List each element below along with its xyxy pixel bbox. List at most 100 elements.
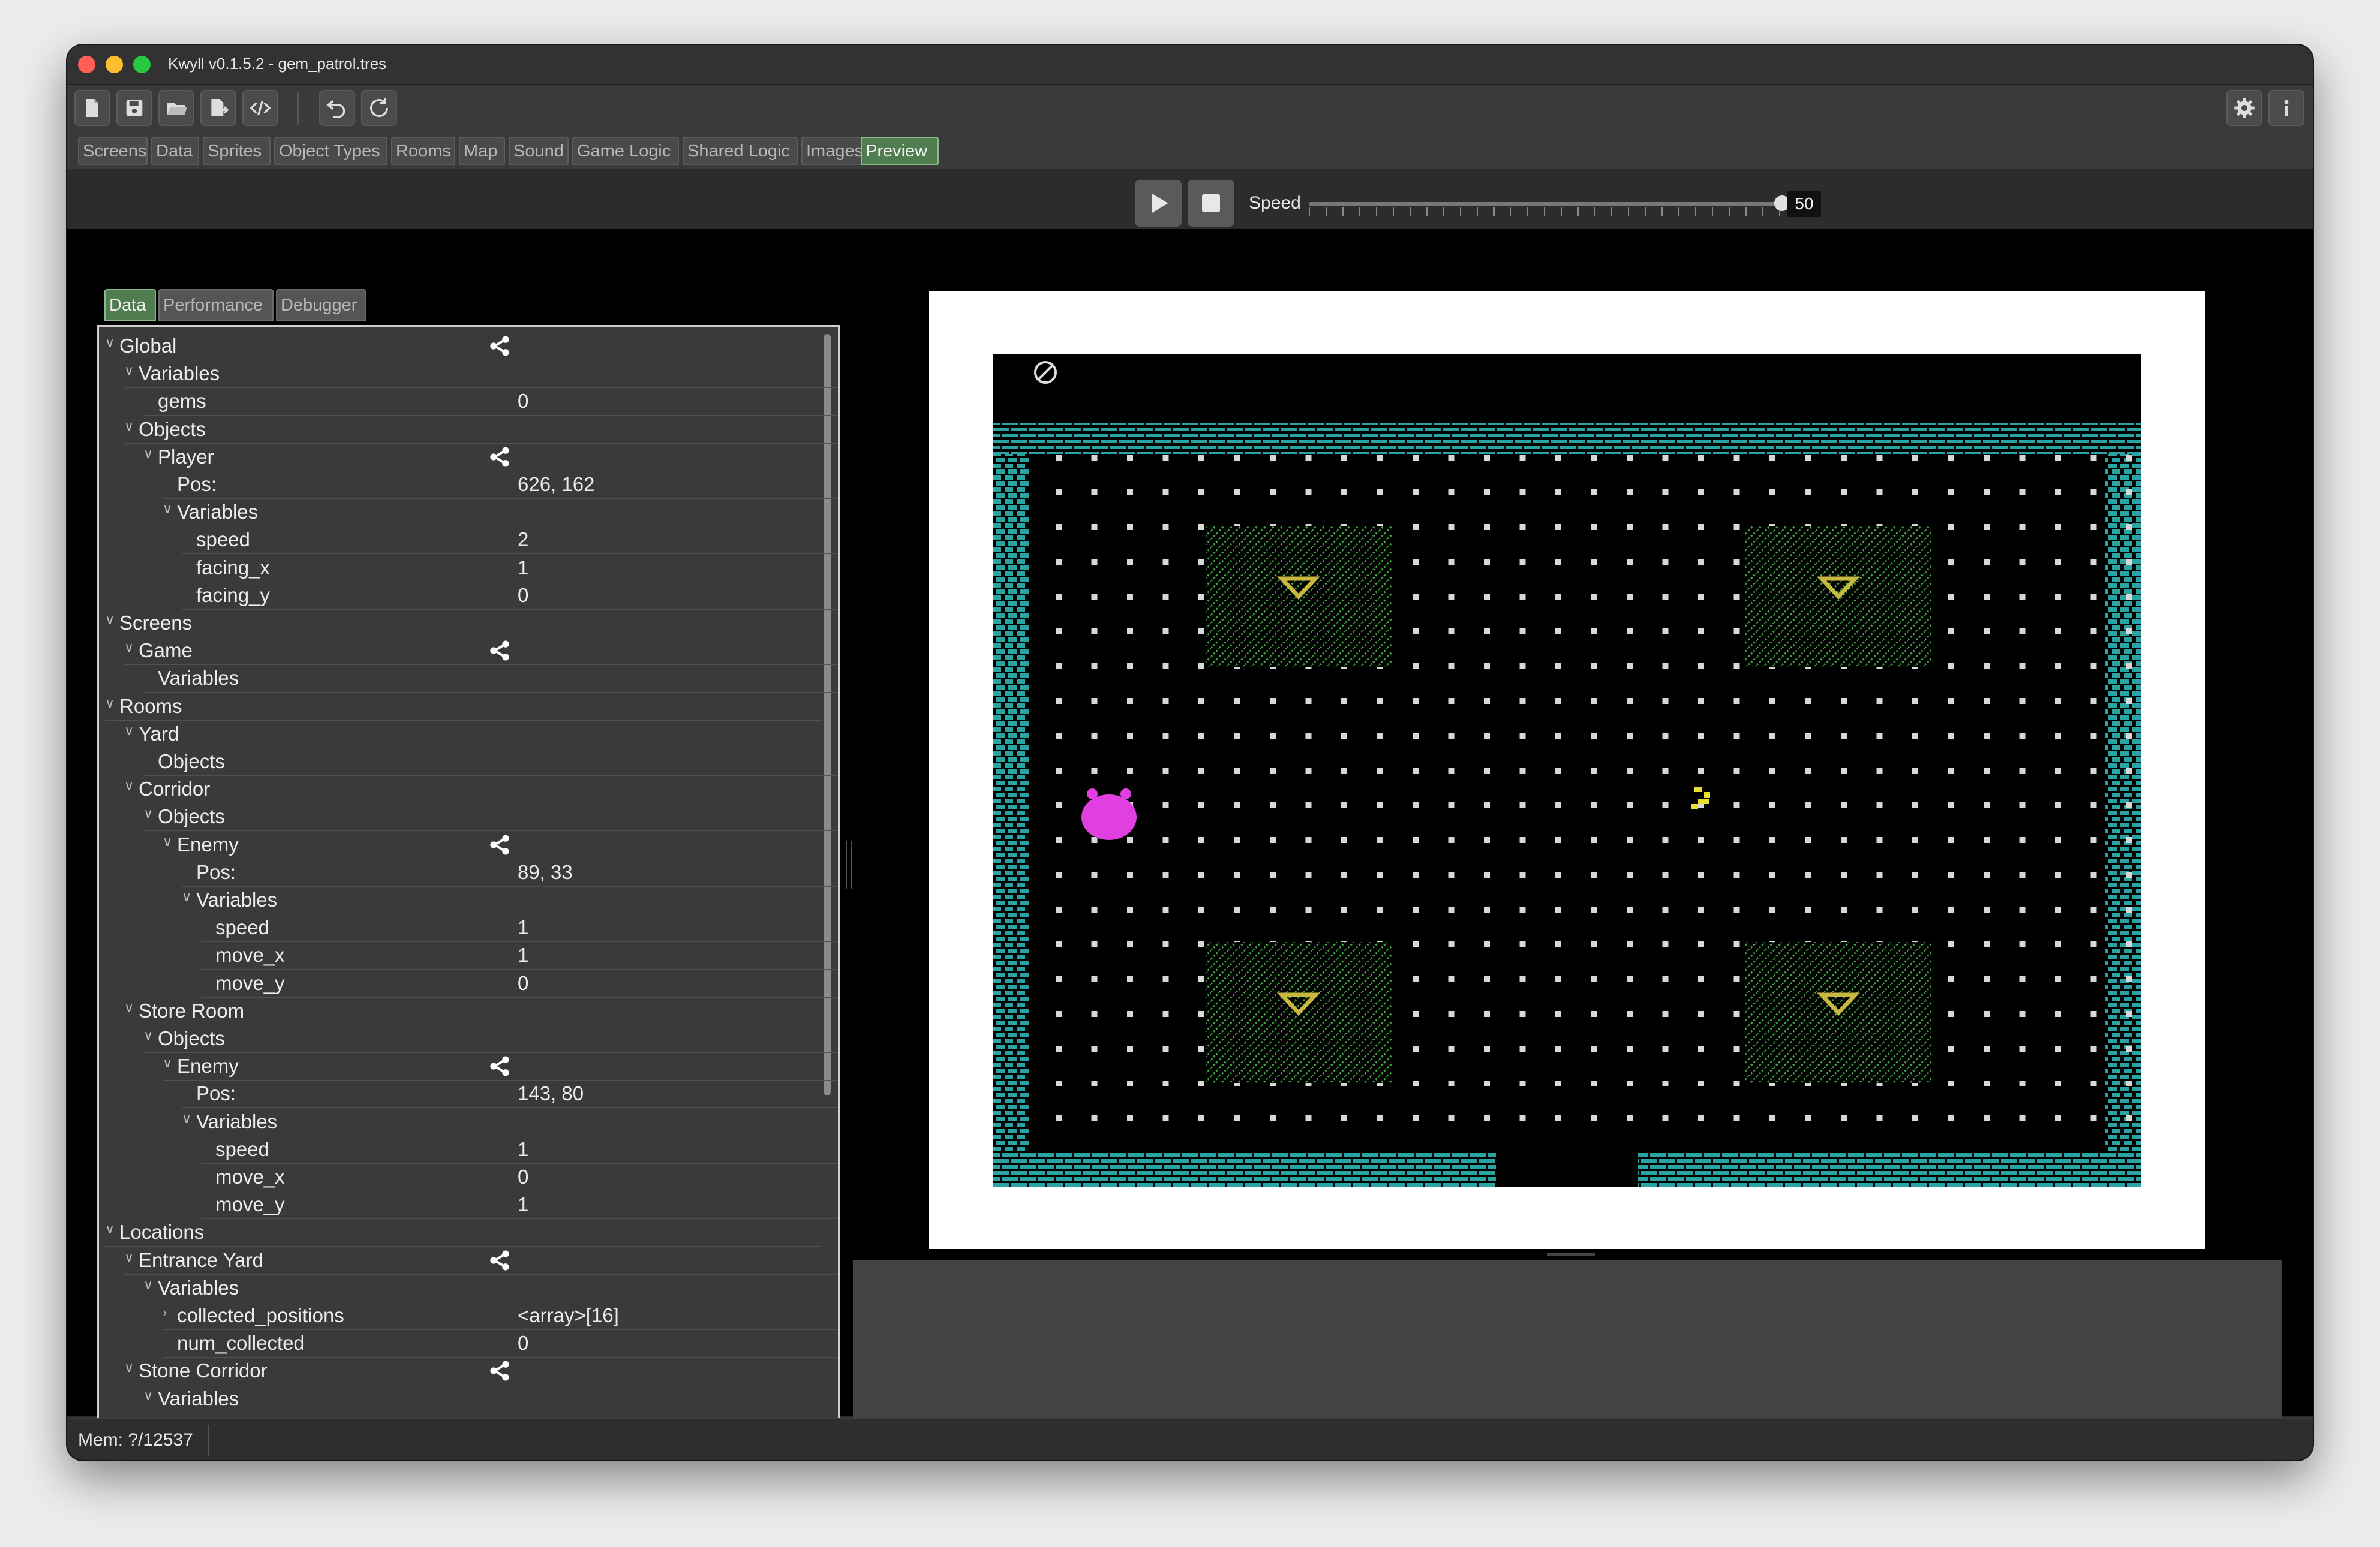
chevron-down-icon[interactable]: ∨ (124, 1360, 134, 1376)
chevron-down-icon[interactable]: ∨ (105, 335, 115, 351)
chevron-down-icon[interactable]: ∨ (124, 640, 134, 655)
new-file-button[interactable] (74, 90, 110, 126)
tree-row[interactable]: move_y 1 (99, 1191, 838, 1220)
chevron-down-icon[interactable]: ∨ (124, 419, 134, 434)
tree-row[interactable]: ∨ Variables (99, 887, 838, 914)
chevron-down-icon[interactable]: ∨ (143, 1388, 153, 1404)
zoom-window-button[interactable] (133, 56, 151, 73)
chevron-down-icon[interactable]: ∨ (105, 1221, 115, 1237)
info-button[interactable] (2268, 90, 2304, 126)
tree-scrollbar[interactable] (824, 334, 831, 1095)
tree-row[interactable]: ∨ Variables (99, 1109, 838, 1136)
chevron-down-icon[interactable]: ∨ (163, 1055, 172, 1071)
chevron-down-icon[interactable]: ∨ (124, 1000, 134, 1016)
tree-row[interactable]: gems 0 (99, 388, 838, 416)
undo-button[interactable] (319, 90, 355, 126)
tree-row[interactable]: ∨ Stone Corridor (99, 1358, 838, 1386)
chevron-down-icon[interactable]: ∨ (143, 1277, 153, 1293)
tree-row[interactable]: ∨ Enemy (99, 832, 838, 859)
export-button[interactable] (200, 90, 236, 126)
minimize-window-button[interactable] (106, 56, 123, 73)
tab-data[interactable]: Data (151, 137, 199, 165)
tab-sound[interactable]: Sound (509, 137, 569, 165)
game-screen[interactable] (993, 354, 2141, 1187)
tree-row[interactable]: move_y 0 (99, 970, 838, 998)
code-button[interactable] (242, 90, 278, 126)
tree-row[interactable]: ∨ Variables (99, 1275, 838, 1302)
tree-row[interactable]: ∨ Objects (99, 1025, 838, 1053)
share-icon[interactable] (486, 334, 513, 358)
tree-row[interactable]: ∨ Yard (99, 721, 838, 748)
close-window-button[interactable] (78, 56, 95, 73)
chevron-down-icon[interactable]: ∨ (182, 1111, 191, 1127)
share-icon[interactable] (486, 1248, 513, 1272)
tab-game-logic[interactable]: Game Logic (572, 137, 679, 165)
chevron-down-icon[interactable]: ∨ (124, 363, 134, 378)
tree-row[interactable]: ∨ Rooms (99, 693, 822, 721)
tree-row[interactable]: ∨ Enemy (99, 1053, 838, 1081)
chevron-down-icon[interactable]: ∨ (124, 723, 134, 739)
tree-row[interactable]: ∨ Store Room (99, 998, 838, 1025)
tab-map[interactable]: Map (459, 137, 505, 165)
tab-sprites[interactable]: Sprites (203, 137, 271, 165)
tree-row[interactable]: ∨ Screens (99, 610, 822, 637)
stop-button[interactable] (1188, 180, 1234, 227)
settings-button[interactable] (2226, 90, 2262, 126)
tree-row[interactable]: ∨ Objects (99, 416, 838, 444)
chevron-down-icon[interactable]: ∨ (124, 778, 134, 794)
save-button[interactable] (116, 90, 152, 126)
tree-row[interactable]: ∨ Variables (99, 1386, 838, 1413)
chevron-down-icon[interactable]: ∨ (163, 501, 172, 517)
share-icon[interactable] (486, 639, 513, 663)
tree-row[interactable]: num_collected 0 (99, 1330, 838, 1358)
speed-slider[interactable] (1309, 202, 1783, 206)
panel-tab-data[interactable]: Data (104, 289, 156, 321)
tree-row[interactable]: speed 1 (99, 1136, 838, 1164)
tree-row[interactable]: ∨ Variables (99, 499, 838, 527)
tree-row[interactable]: ∨ Corridor (99, 776, 838, 804)
panel-tab-performance[interactable]: Performance (158, 289, 274, 321)
tab-preview[interactable]: Preview (861, 137, 939, 165)
tree-row[interactable]: ∨ Game (99, 637, 838, 666)
chevron-down-icon[interactable]: ∨ (105, 612, 115, 628)
tree-row[interactable]: Variables (99, 665, 838, 693)
chevron-down-icon[interactable]: ∨ (105, 696, 115, 711)
tree-row[interactable]: facing_x 1 (99, 555, 838, 582)
tab-object-types[interactable]: Object Types (274, 137, 387, 165)
tree-row[interactable]: ∨ Global (99, 333, 822, 360)
chevron-down-icon[interactable]: ∨ (143, 806, 153, 821)
tree-row[interactable]: Pos: 143, 80 (99, 1081, 838, 1109)
tree-row[interactable]: Pos: 89, 33 (99, 859, 838, 887)
play-button[interactable] (1135, 180, 1182, 227)
panel-splitter-handle[interactable] (846, 841, 852, 889)
tree-row[interactable]: speed 1 (99, 914, 838, 943)
chevron-right-icon[interactable]: › (163, 1305, 167, 1320)
tree-row[interactable]: move_x 1 (99, 942, 838, 970)
tree-row[interactable]: ∨ Locations (99, 1219, 822, 1247)
open-button[interactable] (158, 90, 194, 126)
share-icon[interactable] (486, 445, 513, 469)
chevron-down-icon[interactable]: ∨ (163, 834, 172, 850)
chevron-down-icon[interactable]: ∨ (143, 1028, 153, 1043)
share-icon[interactable] (486, 1054, 513, 1078)
tree-row[interactable]: ∨ Variables (99, 360, 838, 389)
chevron-down-icon[interactable]: ∨ (124, 1250, 134, 1265)
tree-row[interactable]: ∨ Objects (99, 803, 838, 832)
chevron-down-icon[interactable]: ∨ (182, 889, 191, 905)
tree-row[interactable]: move_x 0 (99, 1164, 838, 1191)
tree-row[interactable]: ∨ Player (99, 444, 838, 471)
tree-row[interactable]: Objects (99, 748, 838, 776)
tree-row[interactable]: › collected_positions <array>[16] (99, 1302, 838, 1330)
tree-row[interactable]: speed 2 (99, 526, 838, 555)
tab-screens[interactable]: Screens (78, 137, 148, 165)
chevron-down-icon[interactable]: ∨ (143, 446, 153, 462)
tree-row[interactable]: facing_y 0 (99, 582, 838, 610)
share-icon[interactable] (486, 1359, 513, 1383)
panel-tab-debugger[interactable]: Debugger (276, 289, 366, 321)
share-icon[interactable] (486, 833, 513, 857)
tab-shared-logic[interactable]: Shared Logic (683, 137, 798, 165)
console-splitter-handle[interactable] (1547, 1253, 1595, 1256)
redo-button[interactable] (361, 90, 397, 126)
tab-rooms[interactable]: Rooms (391, 137, 455, 165)
tree-row[interactable]: ∨ Entrance Yard (99, 1247, 838, 1275)
